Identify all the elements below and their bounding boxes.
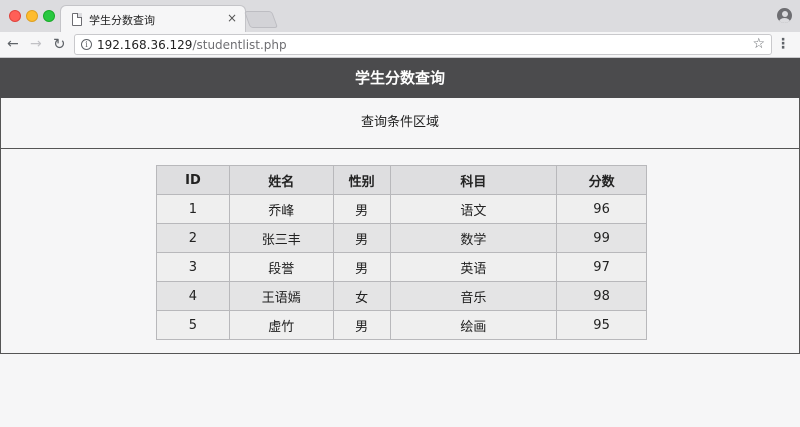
cell-id: 4 bbox=[156, 281, 230, 311]
cell-score: 95 bbox=[556, 310, 647, 340]
browser-tab[interactable]: 学生分数查询 × bbox=[60, 5, 246, 32]
column-header-subject: 科目 bbox=[389, 165, 558, 195]
cell-id: 2 bbox=[156, 223, 230, 253]
cell-score: 97 bbox=[556, 252, 647, 282]
table-row: 1 乔峰 男 语文 96 bbox=[156, 194, 647, 224]
window-close-button[interactable] bbox=[9, 10, 21, 22]
cell-name: 王语嫣 bbox=[228, 281, 334, 311]
cell-score: 99 bbox=[556, 223, 647, 253]
cell-name: 张三丰 bbox=[228, 223, 334, 253]
cell-gender: 女 bbox=[332, 281, 391, 311]
cell-gender: 男 bbox=[332, 310, 391, 340]
cell-score: 96 bbox=[556, 194, 647, 224]
reload-icon[interactable]: ↻ bbox=[53, 35, 66, 53]
window-minimize-button[interactable] bbox=[26, 10, 38, 22]
table-row: 4 王语嫣 女 音乐 98 bbox=[156, 281, 647, 311]
cell-id: 3 bbox=[156, 252, 230, 282]
table-row: 5 虚竹 男 绘画 95 bbox=[156, 310, 647, 340]
cell-subject: 绘画 bbox=[389, 310, 558, 340]
tab-title: 学生分数查询 bbox=[89, 14, 155, 27]
address-bar[interactable]: i 192.168.36.129/studentlist.php ☆ bbox=[74, 34, 772, 55]
url-text[interactable]: 192.168.36.129/studentlist.php bbox=[97, 38, 287, 52]
more-vertical-icon[interactable]: ⋮ bbox=[776, 35, 790, 53]
tab-close-icon[interactable]: × bbox=[227, 11, 237, 25]
table-row: 3 段誉 男 英语 97 bbox=[156, 252, 647, 282]
page-title: 学生分数查询 bbox=[0, 58, 800, 98]
document-icon bbox=[72, 13, 82, 26]
query-condition-area: 查询条件区域 bbox=[0, 98, 800, 149]
profile-icon[interactable] bbox=[777, 8, 792, 23]
browser-titlebar: 学生分数查询 × bbox=[0, 0, 800, 32]
cell-name: 虚竹 bbox=[228, 310, 334, 340]
arrow-left-icon[interactable]: ← bbox=[7, 35, 19, 53]
cell-id: 5 bbox=[156, 310, 230, 340]
column-header-id: ID bbox=[156, 165, 230, 195]
score-table: ID 姓名 性别 科目 分数 1 乔峰 男 语文 96 2 张三丰 男 数学 9… bbox=[156, 165, 647, 340]
page-content: 学生分数查询 查询条件区域 ID 姓名 性别 科目 分数 1 乔峰 男 语文 9 bbox=[0, 58, 800, 427]
cell-name: 乔峰 bbox=[228, 194, 334, 224]
cell-gender: 男 bbox=[332, 223, 391, 253]
star-icon[interactable]: ☆ bbox=[752, 36, 765, 52]
cell-gender: 男 bbox=[332, 252, 391, 282]
window-maximize-button[interactable] bbox=[43, 10, 55, 22]
url-host: 192.168.36.129 bbox=[97, 38, 193, 52]
info-icon[interactable]: i bbox=[81, 39, 92, 50]
arrow-right-icon[interactable]: → bbox=[30, 35, 42, 53]
column-header-name: 姓名 bbox=[228, 165, 334, 195]
result-area: ID 姓名 性别 科目 分数 1 乔峰 男 语文 96 2 张三丰 男 数学 9… bbox=[0, 149, 800, 354]
url-path: /studentlist.php bbox=[192, 38, 287, 52]
column-header-score: 分数 bbox=[556, 165, 647, 195]
cell-name: 段誉 bbox=[228, 252, 334, 282]
cell-subject: 英语 bbox=[389, 252, 558, 282]
cell-subject: 语文 bbox=[389, 194, 558, 224]
cell-subject: 音乐 bbox=[389, 281, 558, 311]
new-tab-button[interactable] bbox=[243, 11, 279, 28]
cell-subject: 数学 bbox=[389, 223, 558, 253]
table-row: 2 张三丰 男 数学 99 bbox=[156, 223, 647, 253]
cell-id: 1 bbox=[156, 194, 230, 224]
cell-gender: 男 bbox=[332, 194, 391, 224]
cell-score: 98 bbox=[556, 281, 647, 311]
browser-toolbar: ← → ↻ i 192.168.36.129/studentlist.php ☆… bbox=[0, 32, 800, 58]
table-header-row: ID 姓名 性别 科目 分数 bbox=[156, 165, 647, 195]
column-header-gender: 性别 bbox=[332, 165, 391, 195]
